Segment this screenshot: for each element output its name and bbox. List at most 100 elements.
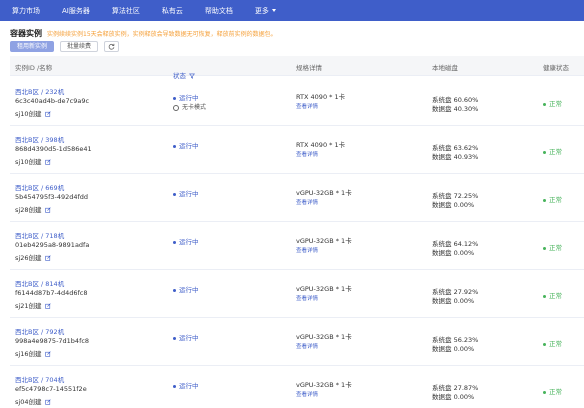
chevron-down-icon [271, 9, 276, 12]
health-label: 正常 [549, 292, 562, 300]
instance-id: 5b454795f3-492d4fdd [15, 193, 89, 201]
table-row: 西北B区 / 669机 5b454795f3-492d4fdd sj28创建 运行中 v… [10, 174, 584, 222]
instance-region-link[interactable]: 西北B区 / 792机 [15, 326, 64, 336]
status-label: 运行中 [179, 286, 199, 294]
creator-label: sj21创建 [15, 302, 42, 310]
rent-new-instance-button[interactable]: 租用新实例 [10, 41, 55, 52]
health-label: 正常 [549, 100, 562, 108]
nav-item-compute-market[interactable]: 算力市场 [12, 6, 40, 16]
nav-item-private-cloud[interactable]: 私有云 [162, 6, 183, 16]
status-badge: 运行中 [173, 380, 199, 390]
health-dot-icon [543, 294, 546, 298]
view-details-link[interactable]: 查看详情 [296, 198, 318, 206]
status-badge: 运行中 [173, 236, 199, 246]
health-status: 正常 [543, 98, 562, 108]
data-disk-usage: 数据盘 0.00% [432, 345, 475, 353]
batch-renew-button[interactable]: 批量续费 [60, 41, 99, 52]
spec-detail: RTX 4090 * 1卡 [296, 93, 346, 101]
data-disk-usage: 数据盘 0.00% [432, 201, 475, 209]
status-label: 运行中 [179, 334, 199, 342]
table-header: 实例ID /名称 状态 规格详情 本地磁盘 健康状态 [10, 56, 584, 80]
status-dot-icon [173, 384, 176, 388]
instance-creator: sj16创建 [15, 348, 52, 358]
instance-creator: sj10创建 [15, 156, 52, 166]
instance-id: 01eb4295a8-9891adfa [15, 241, 90, 249]
header-disk: 本地磁盘 [432, 64, 458, 72]
data-disk-usage: 数据盘 40.30% [432, 105, 479, 113]
spec-detail: RTX 4090 * 1卡 [296, 141, 346, 149]
view-details-link[interactable]: 查看详情 [296, 102, 318, 110]
instance-creator: sj26创建 [15, 252, 52, 262]
edit-icon[interactable] [45, 207, 52, 213]
status-badge: 运行中 [173, 92, 199, 102]
status-dot-icon [173, 336, 176, 340]
health-status: 正常 [543, 290, 562, 300]
instance-region-link[interactable]: 西北B区 / 232机 [15, 86, 64, 96]
health-status: 正常 [543, 194, 562, 204]
refresh-icon [108, 43, 115, 50]
instance-creator: sj04创建 [15, 396, 52, 406]
refresh-button[interactable] [104, 41, 120, 52]
instance-creator: sj10创建 [15, 108, 52, 118]
view-details-link[interactable]: 查看详情 [296, 390, 318, 398]
instance-region-link[interactable]: 西北B区 / 398机 [15, 134, 64, 144]
view-details-link[interactable]: 查看详情 [296, 342, 318, 350]
header-spec: 规格详情 [296, 64, 322, 72]
status-label: 运行中 [179, 190, 199, 198]
health-status: 正常 [543, 386, 562, 396]
view-details-link[interactable]: 查看详情 [296, 294, 318, 302]
title-row: 容器实例 实例续续实例15天会释放实例，实例释放会导致数据无可恢复，释放前实例的… [10, 27, 277, 39]
edit-icon[interactable] [45, 111, 52, 117]
table-row: 西北B区 / 792机 998a4e9875-7d1b4fc8 sj16创建 运行中 v… [10, 318, 584, 366]
health-label: 正常 [549, 388, 562, 396]
view-details-link[interactable]: 查看详情 [296, 246, 318, 254]
edit-icon[interactable] [45, 399, 52, 405]
header-id: 实例ID /名称 [15, 64, 53, 72]
nav-item-ai-server[interactable]: AI服务器 [62, 6, 90, 16]
nav-item-more[interactable]: 更多 [255, 6, 276, 16]
nav-item-help-docs[interactable]: 帮助文档 [205, 6, 233, 16]
instance-id: 868d4390d5-1d586e41 [15, 145, 92, 153]
table-row: 西北B区 / 398机 868d4390d5-1d586e41 sj10创建 运行中 R… [10, 126, 584, 174]
page-title: 容器实例 [10, 28, 42, 38]
instance-creator: sj21创建 [15, 300, 52, 310]
status-dot-icon [173, 288, 176, 292]
data-disk-usage: 数据盘 40.93% [432, 153, 479, 161]
creator-label: sj10创建 [15, 110, 42, 118]
creator-label: sj28创建 [15, 206, 42, 214]
health-dot-icon [543, 150, 546, 154]
status-dot-icon [173, 96, 176, 100]
status-badge: 运行中 [173, 284, 199, 294]
status-label: 运行中 [179, 238, 199, 246]
health-dot-icon [543, 198, 546, 202]
health-dot-icon [543, 390, 546, 394]
spec-detail: vGPU-32GB * 1卡 [296, 237, 352, 245]
edit-icon[interactable] [45, 303, 52, 309]
instance-id: ef5c4798c7-14551f2e [15, 385, 87, 393]
data-disk-usage: 数据盘 0.00% [432, 393, 475, 401]
no-gpu-mode-icon [173, 104, 179, 111]
table-row: 西北B区 / 814机 f6144d87b7-4d4d6fc8 sj21创建 运行中 v… [10, 270, 584, 318]
spec-detail: vGPU-32GB * 1卡 [296, 333, 352, 341]
status-label: 运行中 [179, 382, 199, 390]
edit-icon[interactable] [45, 159, 52, 165]
table-row: 西北B区 / 718机 01eb4295a8-9891adfa sj26创建 运行中 v… [10, 222, 584, 270]
nav-item-algorithm-community[interactable]: 算法社区 [112, 6, 140, 16]
instance-region-link[interactable]: 西北B区 / 704机 [15, 374, 64, 384]
edit-icon[interactable] [45, 255, 52, 261]
instance-region-link[interactable]: 西北B区 / 669机 [15, 182, 64, 192]
creator-label: sj04创建 [15, 398, 42, 406]
release-notice: 实例续续实例15天会释放实例，实例释放会导致数据无可恢复，释放前实例的数据包。 [47, 30, 277, 38]
edit-icon[interactable] [45, 351, 52, 357]
instance-id: f6144d87b7-4d4d6fc8 [15, 289, 88, 297]
spec-detail: vGPU-32GB * 1卡 [296, 285, 352, 293]
table-row: 西北B区 / 232机 6c3c40ad4b-de7c9a9c sj10创建 运行中无… [10, 78, 584, 126]
instance-region-link[interactable]: 西北B区 / 718机 [15, 230, 64, 240]
data-disk-usage: 数据盘 0.00% [432, 297, 475, 305]
view-details-link[interactable]: 查看详情 [296, 150, 318, 158]
status-dot-icon [173, 192, 176, 196]
status-label: 运行中 [179, 94, 199, 102]
instance-region-link[interactable]: 西北B区 / 814机 [15, 278, 64, 288]
nav-more-label: 更多 [254, 6, 269, 15]
table-row: 西北B区 / 704机 ef5c4798c7-14551f2e sj04创建 运行中 v… [10, 366, 584, 408]
